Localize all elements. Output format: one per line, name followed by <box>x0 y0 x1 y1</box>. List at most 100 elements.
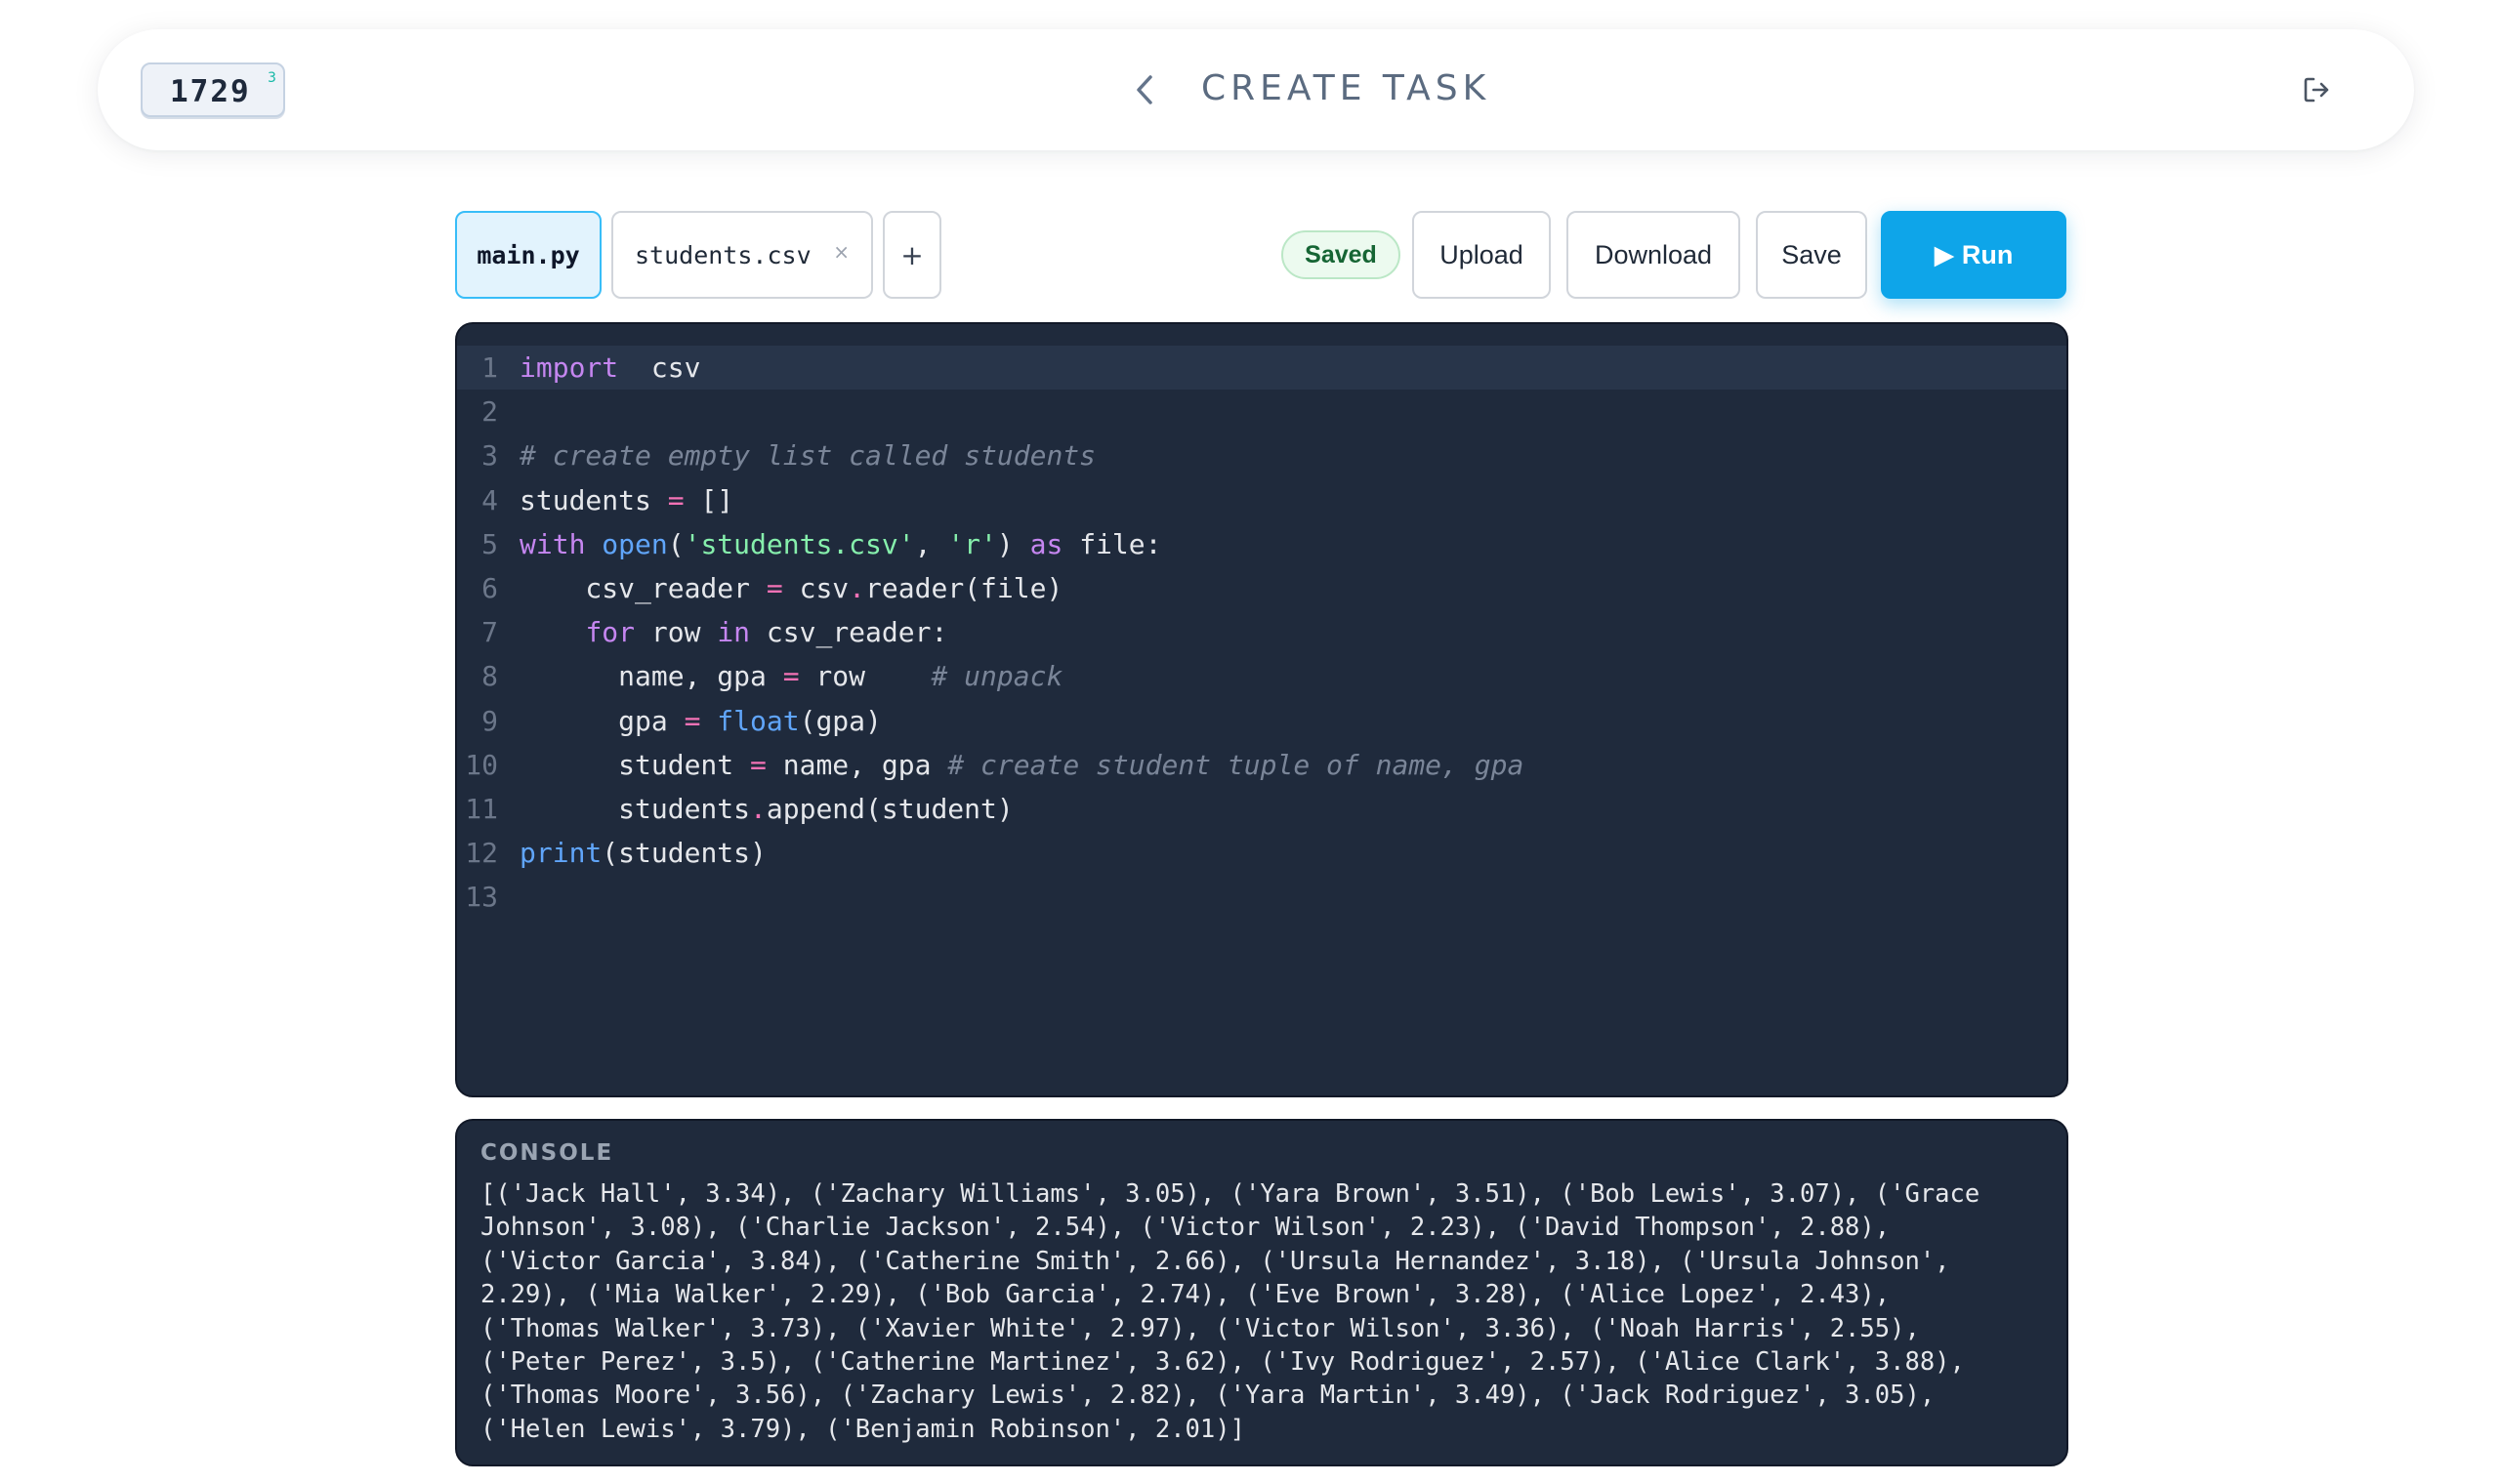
status-badge: Saved <box>1281 230 1400 279</box>
code-token: student <box>520 748 751 781</box>
code-token: # unpack <box>931 660 1063 693</box>
code-line[interactable]: 12 print(students) <box>457 831 2066 875</box>
line-number: 9 <box>481 704 498 737</box>
page-title: CREATE TASK <box>1201 68 1491 108</box>
code-token: float <box>717 704 800 737</box>
line-number: 8 <box>481 660 498 693</box>
editor-toolbar: main.py students.csv × + Saved Upload Do… <box>455 211 2066 299</box>
line-number: 10 <box>465 748 498 781</box>
code-token: for <box>585 616 636 649</box>
code-token: . <box>849 572 866 605</box>
code-token: name, gpa <box>766 748 948 781</box>
line-code: # create empty list called students <box>512 439 1096 472</box>
code-token: . <box>750 792 767 825</box>
download-button[interactable]: Download <box>1566 211 1740 299</box>
code-token: [] <box>684 483 734 516</box>
code-line[interactable]: 3 # create empty list called students <box>457 433 2066 477</box>
code-line[interactable]: 2 <box>457 390 2066 433</box>
code-token: csv <box>782 572 850 605</box>
code-token: csv_reader <box>520 572 767 605</box>
line-number: 12 <box>465 837 498 870</box>
line-number: 13 <box>465 881 498 914</box>
run-button[interactable]: ▶ Run <box>1881 211 2066 299</box>
line-number: 5 <box>481 527 498 560</box>
save-button[interactable]: Save <box>1756 211 1867 299</box>
code-token: import <box>520 351 619 385</box>
console-panel: CONSOLE [('Jack Hall', 3.34), ('Zachary … <box>455 1119 2068 1466</box>
console-line: ('Peter Perez', 3.5), ('Catherine Martin… <box>480 1347 1965 1378</box>
line-number: 1 <box>481 351 498 385</box>
tab-main-py[interactable]: main.py <box>455 211 602 299</box>
line-code: print(students) <box>512 837 767 869</box>
code-token: print <box>520 837 603 870</box>
code-line[interactable]: 5 with open('students.csv', 'r') as file: <box>457 522 2066 566</box>
code-token: gpa <box>520 704 685 737</box>
code-line[interactable]: 4 students = [] <box>457 478 2066 522</box>
back-button[interactable] <box>1123 68 1166 111</box>
code-line[interactable]: 1 import csv <box>457 346 2066 391</box>
tab-students-csv[interactable]: students.csv × <box>611 211 873 299</box>
code-token: = <box>766 572 783 605</box>
code-line[interactable]: 9 gpa = float(gpa) <box>457 699 2066 743</box>
code-line[interactable]: 13 <box>457 875 2066 919</box>
code-line[interactable]: 11 students.append(student) <box>457 787 2066 831</box>
line-number: 3 <box>481 439 498 473</box>
line-number: 7 <box>481 616 498 649</box>
code-line[interactable]: 10 student = name, gpa # create student … <box>457 743 2066 787</box>
logout-icon <box>2304 77 2329 103</box>
line-code: students.append(student) <box>512 793 1014 825</box>
line-code: import csv <box>512 351 700 384</box>
console-output: [('Jack Hall', 3.34), ('Zachary Williams… <box>480 1177 2043 1446</box>
line-code: students = [] <box>512 484 733 516</box>
logout-button[interactable] <box>2293 66 2340 113</box>
line-code: gpa = float(gpa) <box>512 705 882 737</box>
code-token: row <box>635 616 718 649</box>
console-line: ('Thomas Moore', 3.56), ('Zachary Lewis'… <box>480 1381 1936 1411</box>
line-code: for row in csv_reader: <box>512 616 947 648</box>
console-line: Johnson', 3.08), ('Charlie Jackson', 2.5… <box>480 1213 1891 1243</box>
line-number: 6 <box>481 572 498 605</box>
code-token: ( <box>667 527 685 560</box>
console-line: 2.29), ('Mia Walker', 2.29), ('Bob Garci… <box>480 1280 1891 1310</box>
code-token: 'students.csv' <box>684 527 915 560</box>
code-token: = <box>684 704 701 737</box>
line-code: name, gpa = row # unpack <box>512 660 1062 692</box>
line-number: 11 <box>465 792 498 825</box>
console-line: ('Thomas Walker', 3.73), ('Xavier White'… <box>480 1313 1920 1343</box>
code-token: in <box>717 616 751 649</box>
code-token: (students) <box>602 837 767 870</box>
code-token: csv <box>618 351 701 385</box>
code-token: append(student) <box>766 792 1014 825</box>
console-line: ('Helen Lewis', 3.79), ('Benjamin Robins… <box>480 1414 1245 1444</box>
code-token: = <box>750 748 767 781</box>
code-line[interactable]: 8 name, gpa = row # unpack <box>457 654 2066 698</box>
code-token: csv_reader: <box>750 616 948 649</box>
code-token: 'r' <box>947 527 997 560</box>
code-token: # create empty list called students <box>520 439 1097 473</box>
code-token: row <box>799 660 932 693</box>
code-line[interactable]: 6 csv_reader = csv.reader(file) <box>457 566 2066 610</box>
tab-label: main.py <box>477 240 580 269</box>
code-token: with <box>520 527 586 560</box>
code-token: open <box>602 527 668 560</box>
code-token: = <box>782 660 800 693</box>
upload-button[interactable]: Upload <box>1412 211 1551 299</box>
add-tab-button[interactable]: + <box>883 211 941 299</box>
counter-value: 1729 <box>170 74 251 109</box>
tab-label: students.csv <box>635 240 812 269</box>
header-bar: 1729 3 CREATE TASK <box>98 29 2414 150</box>
line-code: with open('students.csv', 'r') as file: <box>512 528 1162 560</box>
code-token: ) <box>996 527 1030 560</box>
code-line[interactable]: 7 for row in csv_reader: <box>457 610 2066 654</box>
counter-badge: 1729 3 <box>141 62 285 117</box>
console-line: [('Jack Hall', 3.34), ('Zachary Williams… <box>480 1179 1980 1209</box>
code-token: reader(file) <box>865 572 1063 605</box>
line-number: 4 <box>481 483 498 516</box>
close-icon[interactable]: × <box>833 240 850 264</box>
code-editor[interactable]: 1 import csv 2 3 # create empty list called … <box>455 322 2068 1097</box>
line-code: csv_reader = csv.reader(file) <box>512 572 1062 604</box>
line-code: student = name, gpa # create student tup… <box>512 749 1523 781</box>
